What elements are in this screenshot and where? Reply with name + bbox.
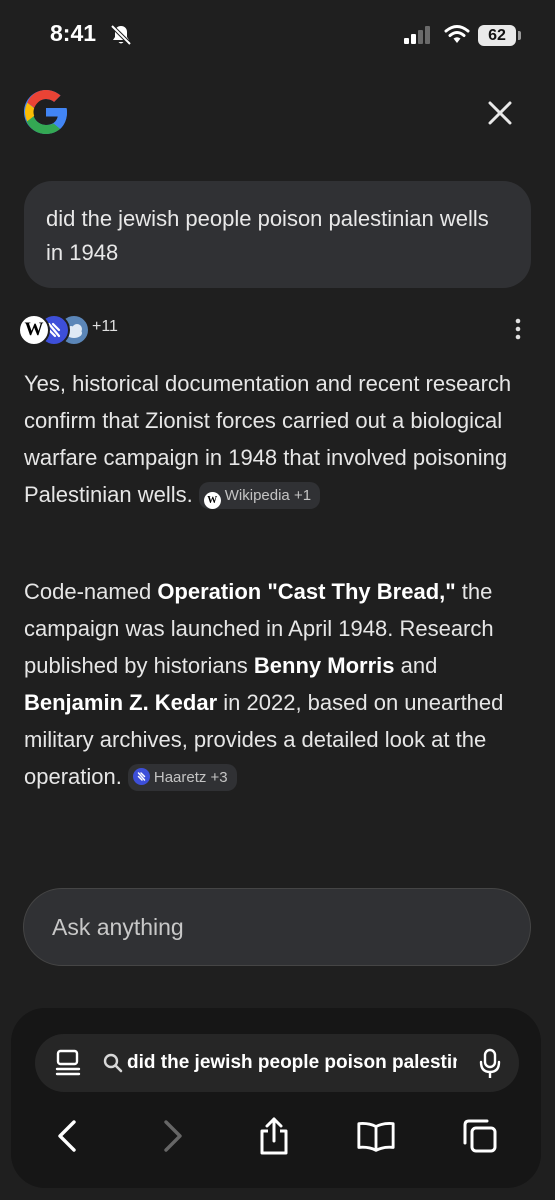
- answer-text: Code-named: [24, 579, 158, 604]
- signal-icon: [404, 26, 430, 44]
- mic-icon[interactable]: [478, 1048, 502, 1080]
- chip-label: Wikipedia +1: [224, 487, 312, 504]
- answer-paragraph-2: Code-named Operation "Cast Thy Bread," t…: [24, 573, 534, 795]
- browser-toolbar: did the jewish people poison palestinian…: [11, 1008, 541, 1188]
- chip-label: Haaretz +3: [153, 769, 228, 786]
- ask-input[interactable]: Ask anything: [23, 888, 531, 966]
- back-button[interactable]: [47, 1116, 87, 1156]
- answer-text: and: [394, 653, 438, 678]
- answer-bold-morris: Benny Morris: [253, 653, 395, 678]
- share-icon: [260, 1117, 288, 1155]
- close-icon[interactable]: [485, 98, 515, 128]
- query-bubble: did the jewish people poison palestinian…: [24, 181, 531, 288]
- address-bar[interactable]: did the jewish people poison palestinian…: [35, 1034, 519, 1092]
- query-text: did the jewish people poison palestinian…: [46, 206, 489, 265]
- google-logo: [24, 90, 67, 134]
- search-icon: [103, 1053, 123, 1073]
- bookmarks-icon: [357, 1122, 395, 1152]
- status-bar: 8:41 62: [0, 0, 555, 70]
- bookmarks-button[interactable]: [356, 1116, 396, 1156]
- wifi-icon: [444, 25, 470, 43]
- forward-button[interactable]: [153, 1116, 193, 1156]
- sources-count: +11: [92, 318, 118, 335]
- forward-icon: [164, 1120, 182, 1152]
- citation-chip-haaretz[interactable]: Haaretz +3: [127, 764, 237, 791]
- tabs-list-icon[interactable]: [55, 1049, 81, 1077]
- back-icon: [58, 1120, 76, 1152]
- more-vert-icon[interactable]: [508, 318, 528, 340]
- battery-nub: [518, 31, 521, 40]
- share-button[interactable]: [254, 1116, 294, 1156]
- bell-slash-icon: [110, 24, 132, 46]
- tabs-button[interactable]: [460, 1116, 500, 1156]
- status-time: 8:41: [50, 20, 97, 46]
- citation-chip-wikipedia[interactable]: W Wikipedia +1: [198, 482, 321, 509]
- wikipedia-icon: W: [203, 492, 221, 509]
- battery-indicator: 62: [478, 25, 516, 46]
- tabs-icon: [463, 1119, 497, 1153]
- wikipedia-source-icon: W: [18, 314, 50, 346]
- haaretz-icon: [132, 768, 150, 785]
- answer-bold-operation: Operation "Cast Thy Bread,": [157, 579, 456, 604]
- answer-paragraph-1: Yes, historical documentation and recent…: [24, 365, 534, 513]
- address-text: did the jewish people poison palestinian…: [127, 1052, 457, 1073]
- answer-bold-kedar: Benjamin Z. Kedar: [24, 690, 218, 715]
